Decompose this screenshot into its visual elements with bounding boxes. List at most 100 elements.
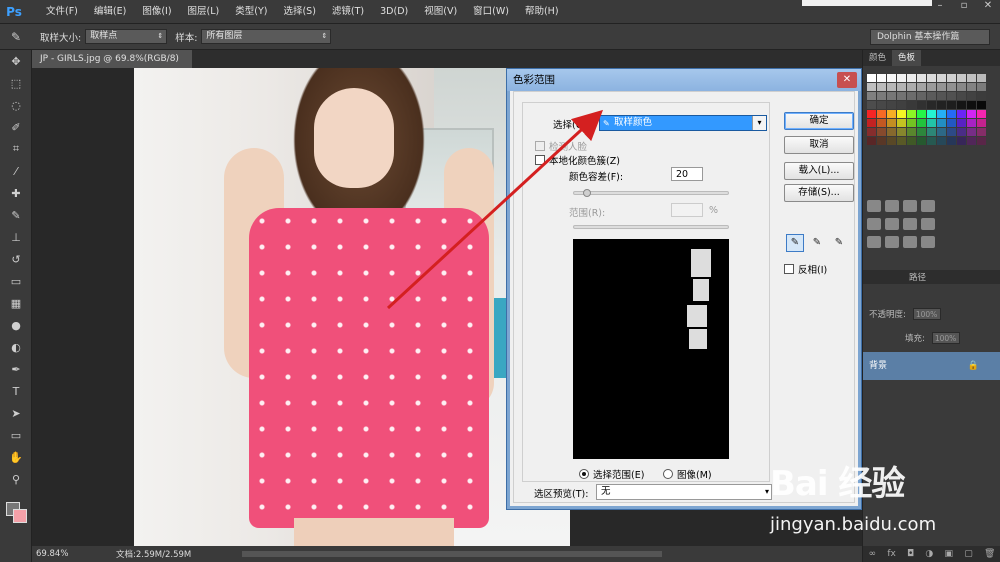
color-swatch[interactable] — [957, 110, 966, 118]
tab-swatches[interactable]: 色板 — [892, 50, 922, 66]
color-swatch[interactable] — [867, 92, 876, 100]
color-swatch[interactable] — [937, 128, 946, 136]
range-field[interactable] — [671, 203, 703, 217]
swatches-grid[interactable] — [867, 74, 987, 150]
color-swatch[interactable] — [897, 119, 906, 127]
color-swatch[interactable] — [887, 101, 896, 109]
hue-icon[interactable] — [885, 218, 899, 230]
color-swatch[interactable] — [937, 74, 946, 82]
close-window-icon[interactable]: ✕ — [976, 0, 1000, 14]
fuzziness-thumb[interactable] — [583, 189, 591, 197]
color-swatch[interactable] — [867, 119, 876, 127]
color-swatch[interactable] — [977, 137, 986, 145]
fill-field[interactable]: 100% — [931, 332, 960, 344]
exposure-icon[interactable] — [921, 200, 935, 212]
color-swatch[interactable] — [957, 92, 966, 100]
color-swatch[interactable] — [877, 128, 886, 136]
color-swatch[interactable] — [917, 101, 926, 109]
color-swatch[interactable] — [887, 137, 896, 145]
posterize-icon[interactable] — [885, 236, 899, 248]
color-swatch[interactable] — [877, 119, 886, 127]
color-swatch[interactable] — [917, 119, 926, 127]
color-swatch[interactable] — [897, 128, 906, 136]
curves-icon[interactable] — [903, 200, 917, 212]
menu-type[interactable]: 类型(Y) — [227, 0, 275, 24]
select-dropdown[interactable]: ✎ 取样颜色 ▾ — [599, 115, 767, 131]
color-swatch[interactable] — [887, 74, 896, 82]
pen-tool-icon[interactable]: ✒ — [0, 358, 32, 380]
marquee-tool-icon[interactable]: ⬚ — [0, 72, 32, 94]
close-icon[interactable]: ✕ — [837, 72, 857, 88]
color-swatch[interactable] — [927, 128, 936, 136]
opacity-field[interactable]: 100% — [912, 308, 941, 320]
color-swatch[interactable] — [867, 128, 876, 136]
color-swatch[interactable] — [887, 83, 896, 91]
eyedropper-tool-icon[interactable]: ⁄ — [0, 160, 32, 182]
dodge-tool-icon[interactable]: ◐ — [0, 336, 32, 358]
color-swatch[interactable] — [927, 83, 936, 91]
eyedropper-icon[interactable]: ✎ — [786, 234, 804, 252]
color-swatches[interactable] — [6, 502, 28, 524]
color-swatch[interactable] — [897, 101, 906, 109]
color-swatch[interactable] — [907, 137, 916, 145]
color-swatch[interactable] — [897, 137, 906, 145]
color-swatch[interactable] — [867, 74, 876, 82]
zoom-tool-icon[interactable]: ⚲ — [0, 468, 32, 490]
healing-brush-icon[interactable]: ✚ — [0, 182, 32, 204]
type-tool-icon[interactable]: T — [0, 380, 32, 402]
color-swatch[interactable] — [957, 74, 966, 82]
invert-icon[interactable] — [867, 236, 881, 248]
menu-select[interactable]: 选择(S) — [275, 0, 323, 24]
color-swatch[interactable] — [907, 110, 916, 118]
color-swatch[interactable] — [887, 119, 896, 127]
color-swatch[interactable] — [967, 74, 976, 82]
color-swatch[interactable] — [927, 110, 936, 118]
document-tab[interactable]: JP - GIRLS.jpg @ 69.8%(RGB/8) — [32, 50, 192, 68]
selection-preview[interactable] — [573, 239, 729, 459]
range-slider[interactable] — [573, 225, 729, 229]
localized-checkbox[interactable] — [535, 155, 545, 165]
hand-tool-icon[interactable]: ✋ — [0, 446, 32, 468]
preview-select[interactable]: 无 ▾ — [596, 484, 772, 500]
color-swatch[interactable] — [887, 110, 896, 118]
layer-background[interactable]: 背景 🔒 — [863, 352, 1000, 380]
horizontal-scrollbar[interactable] — [242, 551, 662, 557]
color-swatch[interactable] — [867, 137, 876, 145]
save-button[interactable]: 存储(S)... — [784, 184, 854, 202]
color-swatch[interactable] — [937, 110, 946, 118]
color-swatch[interactable] — [907, 74, 916, 82]
color-swatch[interactable] — [967, 83, 976, 91]
mask-icon[interactable]: ◘ — [907, 549, 914, 559]
menu-file[interactable]: 文件(F) — [38, 0, 86, 24]
menu-3d[interactable]: 3D(D) — [372, 0, 416, 24]
gradient-map-icon[interactable] — [921, 236, 935, 248]
color-swatch[interactable] — [937, 137, 946, 145]
color-swatch[interactable] — [917, 92, 926, 100]
tab-paths[interactable]: 路径 — [903, 273, 932, 283]
color-swatch[interactable] — [917, 137, 926, 145]
load-button[interactable]: 载入(L)... — [784, 162, 854, 180]
vibrance-icon[interactable] — [867, 218, 881, 230]
background-color[interactable] — [13, 509, 27, 523]
color-swatch[interactable] — [977, 83, 986, 91]
color-swatch[interactable] — [947, 128, 956, 136]
menu-layer[interactable]: 图层(L) — [180, 0, 228, 24]
maximize-icon[interactable]: ▫ — [952, 0, 976, 14]
color-swatch[interactable] — [877, 74, 886, 82]
minimize-icon[interactable]: – — [928, 0, 952, 14]
color-swatch[interactable] — [967, 110, 976, 118]
color-swatch[interactable] — [977, 110, 986, 118]
color-swatch[interactable] — [967, 92, 976, 100]
color-swatch[interactable] — [947, 110, 956, 118]
color-swatch[interactable] — [957, 137, 966, 145]
color-swatch[interactable] — [977, 92, 986, 100]
eyedropper-tool-icon[interactable]: ✎ — [0, 30, 32, 44]
color-swatch[interactable] — [927, 119, 936, 127]
brightness-icon[interactable] — [867, 200, 881, 212]
threshold-icon[interactable] — [903, 236, 917, 248]
color-swatch[interactable] — [937, 83, 946, 91]
levels-icon[interactable] — [885, 200, 899, 212]
color-swatch[interactable] — [877, 83, 886, 91]
shape-tool-icon[interactable]: ▭ — [0, 424, 32, 446]
color-swatch[interactable] — [967, 101, 976, 109]
